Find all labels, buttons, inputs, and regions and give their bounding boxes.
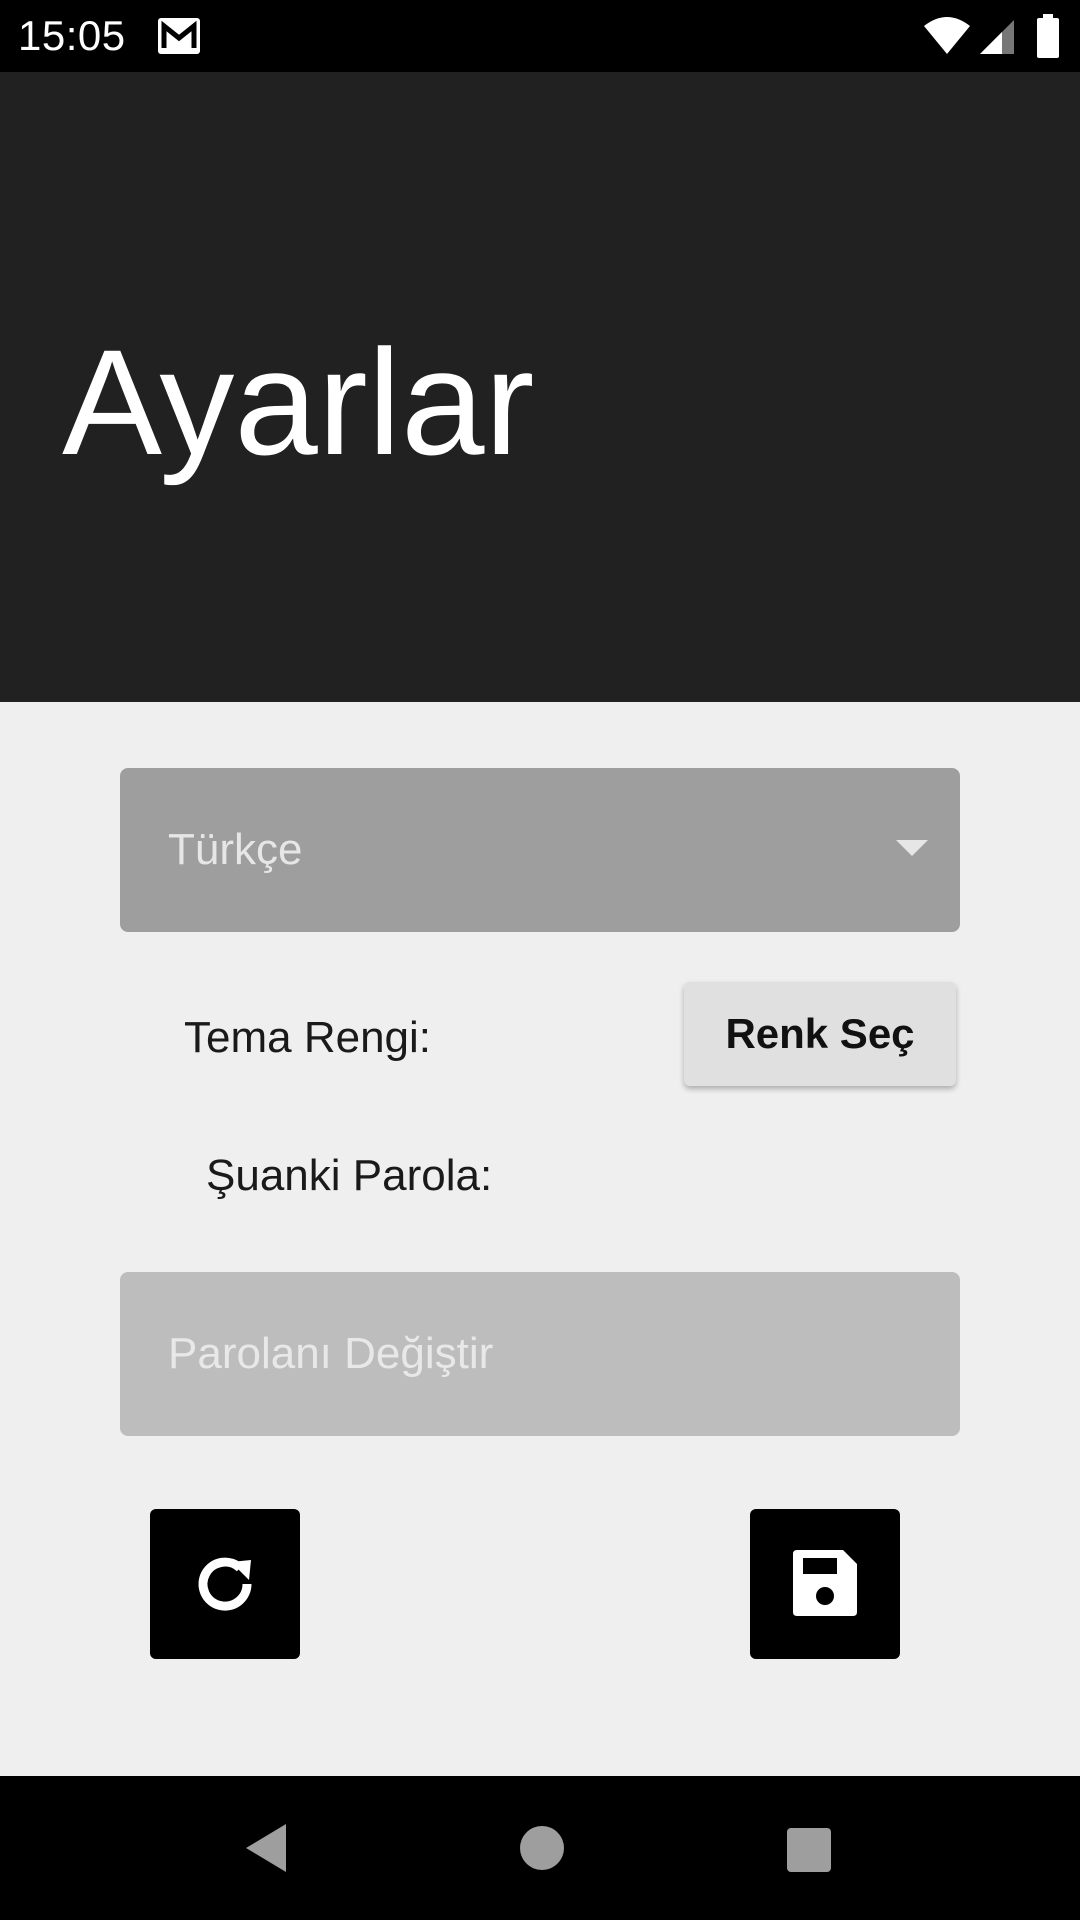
language-spinner-value: Türkçe <box>168 825 303 874</box>
choose-color-button[interactable]: Renk Seç <box>684 982 956 1086</box>
signal-icon <box>978 16 1016 56</box>
save-icon <box>793 1550 857 1616</box>
save-button[interactable] <box>750 1509 900 1659</box>
theme-color-label: Tema Rengi: <box>184 1013 432 1062</box>
battery-icon <box>1036 14 1060 58</box>
dropdown-arrow-icon <box>896 840 928 856</box>
home-icon[interactable] <box>520 1826 564 1870</box>
refresh-button[interactable] <box>150 1509 300 1659</box>
navigation-bar <box>0 1776 1080 1920</box>
settings-screen: 15:05 Ayarlar Türkçe Tema Rengi: Renk Se… <box>0 0 1080 1920</box>
back-icon[interactable] <box>240 1820 296 1876</box>
language-spinner[interactable]: Türkçe <box>120 768 960 932</box>
gmail-icon <box>156 16 202 56</box>
recent-apps-icon[interactable] <box>787 1828 831 1872</box>
status-time: 15:05 <box>18 12 126 59</box>
wifi-icon <box>922 16 972 56</box>
page-title: Ayarlar <box>62 318 535 486</box>
refresh-icon <box>198 1557 252 1611</box>
change-password-placeholder: Parolanı Değiştir <box>168 1329 494 1378</box>
header: Ayarlar <box>0 72 1080 702</box>
change-password-input[interactable]: Parolanı Değiştir <box>120 1272 960 1436</box>
current-password-label: Şuanki Parola: <box>206 1151 493 1200</box>
status-bar: 15:05 <box>0 0 1080 72</box>
